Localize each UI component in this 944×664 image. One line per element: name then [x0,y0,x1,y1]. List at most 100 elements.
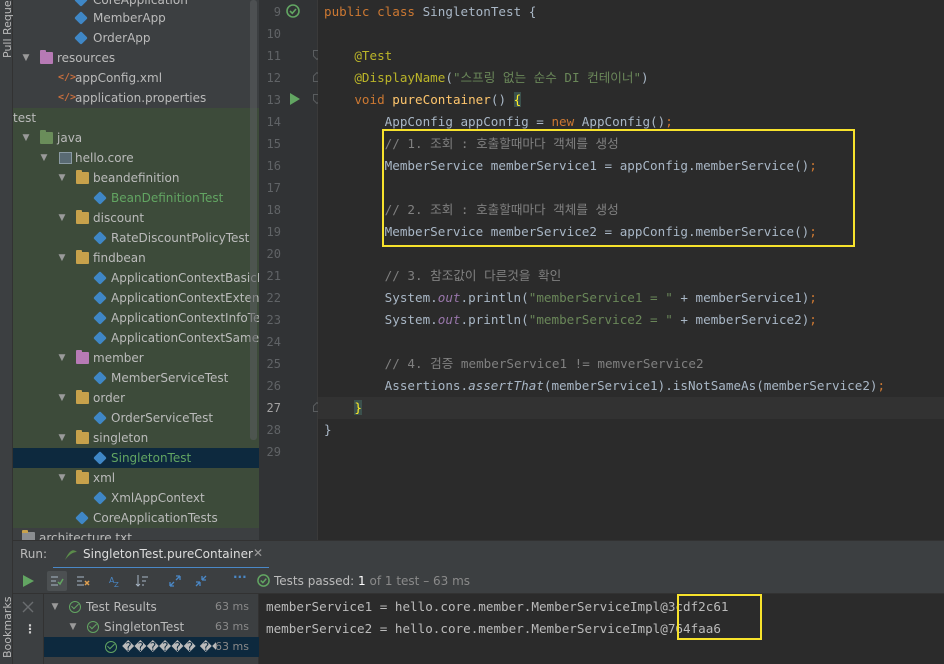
tree-item[interactable]: ▼ order [13,388,259,408]
sort-alphabetically-icon[interactable]: AZ [109,574,123,588]
tree-item-label: order [93,391,125,405]
chevron-down-icon[interactable]: ▼ [57,428,67,448]
rerun-icon[interactable] [23,575,34,587]
tests-status: Tests passed: 1 of 1 test – 63 ms [274,574,470,588]
close-tab-icon[interactable]: ✕ [253,546,263,560]
tree-item-label: OrderServiceTest [111,411,214,425]
tree-item[interactable]: ApplicationContextInfoTest [13,308,259,328]
collapse-all-icon[interactable] [194,574,208,588]
tree-item[interactable]: ▼ hello.core [13,148,259,168]
tree-item[interactable]: ▼ singleton [13,428,259,448]
tree-item[interactable]: OrderServiceTest [13,408,259,428]
tests-passed-count: 1 [358,574,366,588]
code-line: Assertions.assertThat(memberService1).is… [324,378,886,393]
show-passed-toggle[interactable] [47,571,67,591]
more-vertical-icon[interactable]: ⋮ [24,622,36,636]
expand-all-icon[interactable] [168,574,182,588]
run-test-gutter-icon[interactable] [289,93,301,105]
tree-item-label: BeanDefinitionTest [111,191,224,205]
chevron-down-icon[interactable]: ▼ [21,128,31,148]
tree-item-label: RateDiscountPolicyTest [111,231,250,245]
tree-item[interactable]: ApplicationContextExtendsI [13,288,259,308]
test-results-tree: ▼ Test Results 63 ms ▼ SingletonTest 63 … [44,594,259,664]
chevron-down-icon[interactable]: ▼ [57,348,67,368]
tree-item-label: CoreApplicationTests [93,511,218,525]
bookmarks-tab[interactable]: Bookmarks [0,590,14,664]
tests-status-prefix: Tests passed: [274,574,355,588]
more-options-icon[interactable]: ··· [233,570,247,584]
console-output[interactable]: memberService1 = hello.core.member.Membe… [259,594,944,664]
tree-item[interactable]: RateDiscountPolicyTest [13,228,259,248]
tree-item[interactable]: ▼ java [13,128,259,148]
tree-item[interactable]: CoreApplicationTests [13,508,259,528]
tree-item[interactable]: ▼ member [13,348,259,368]
stop-icon[interactable] [22,601,34,613]
tree-item-label: architecture.txt [39,531,132,540]
run-tool-window-header: Run: SingletonTest.pureContainer ✕ [13,540,944,569]
current-line-highlight [318,397,944,419]
project-scrollbar[interactable] [250,0,257,440]
tree-item[interactable]: </> application.properties [13,88,259,108]
code-line: @Test [354,48,393,63]
chevron-down-icon[interactable]: ▼ [68,617,78,637]
tree-item-label: test [13,111,37,125]
code-line: @DisplayName("스프링 없는 순수 DI 컨테이너") [354,70,649,85]
tree-item[interactable]: ▼ findbean [13,248,259,268]
code-line: System.out.println("memberService2 = " +… [324,312,817,327]
chevron-down-icon[interactable]: ▼ [50,597,60,617]
class-icon [74,0,88,7]
tree-item[interactable]: ▼ xml [13,468,259,488]
pull-requests-tab[interactable]: Pull Requests [0,0,14,60]
chevron-down-icon[interactable]: ▼ [39,148,49,168]
tree-item-label: xml [93,471,116,485]
test-results-row[interactable]: ▼ Test Results 63 ms [44,597,259,617]
tree-item[interactable]: MemberApp [13,8,259,28]
show-ignored-icon[interactable] [76,575,90,587]
test-class-row[interactable]: ▼ SingletonTest 63 ms [44,617,259,637]
tree-item[interactable]: test [13,108,259,128]
project-tree: CoreApplication MemberApp OrderApp ▼ resourc… [13,0,259,540]
tree-item[interactable]: SingletonTest [13,448,259,468]
sort-by-duration-icon[interactable] [135,574,149,588]
folder-icon [76,470,89,484]
chevron-down-icon[interactable]: ▼ [21,48,31,68]
left-tool-strip: Pull Requests Bookmarks [0,0,14,664]
tree-item[interactable]: ApplicationContextSameBe [13,328,259,348]
folder-icon [76,350,89,364]
test-method-row[interactable]: ������ �� 63 ms [44,637,259,657]
test-results-label: Test Results [86,600,157,614]
tree-item-label: beandefinition [93,171,180,185]
run-side-toolbar: ⋮ [13,594,44,664]
tree-item[interactable]: ApplicationContextBasicFi [13,268,259,288]
test-run-icon [65,550,77,560]
tree-item[interactable]: ▼ beandefinition [13,168,259,188]
line-number: 19 [266,225,281,239]
tree-item[interactable]: MemberServiceTest [13,368,259,388]
code-editor[interactable]: public class SingletonTest { @Test @Disp… [318,0,944,540]
tree-item[interactable]: architecture.txt [13,528,259,540]
tree-item[interactable]: </> appConfig.xml [13,68,259,88]
chevron-down-icon[interactable]: ▼ [57,168,67,188]
folder-icon [76,390,89,404]
tree-item[interactable]: ▼ resources [13,48,259,68]
test-method-label: ������ �� [122,640,216,654]
tree-item-label: discount [93,211,145,225]
editor-gutter: 9 10 11 12 13 14 15 16 17 18 19 20 21 22 23 24 25 26 27 28 2… [259,0,321,540]
tree-item[interactable]: BeanDefinitionTest [13,188,259,208]
class-icon [93,451,107,465]
class-icon [93,271,107,285]
test-sources-folder-icon [40,130,53,144]
chevron-down-icon[interactable]: ▼ [57,208,67,228]
chevron-down-icon[interactable]: ▼ [57,248,67,268]
line-number: 18 [266,203,281,217]
test-passed-gutter-icon[interactable] [286,4,300,18]
chevron-down-icon[interactable]: ▼ [57,388,67,408]
code-line: } [324,422,332,437]
run-tab-title: SingletonTest.pureContainer [83,547,253,561]
tree-item[interactable]: OrderApp [13,28,259,48]
tree-item[interactable]: XmlAppContext [13,488,259,508]
chevron-down-icon[interactable]: ▼ [57,468,67,488]
tree-item[interactable]: ▼ discount [13,208,259,228]
line-number: 23 [266,313,281,327]
run-tab[interactable]: SingletonTest.pureContainer ✕ [53,541,269,569]
